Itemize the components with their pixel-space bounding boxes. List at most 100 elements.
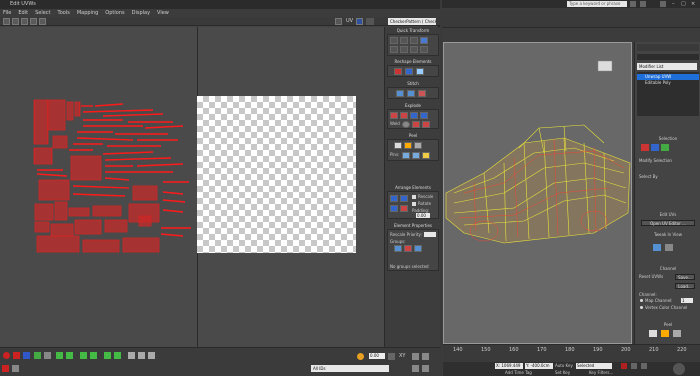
- uv-islands[interactable]: [33, 96, 193, 256]
- selected-dropdown[interactable]: Selected: [576, 363, 612, 369]
- select-mode-icon[interactable]: [3, 352, 10, 359]
- detach-icon[interactable]: [400, 112, 408, 119]
- freeform-icon[interactable]: [30, 18, 37, 25]
- y-coordinate[interactable]: Y: -400.0cm: [525, 363, 553, 369]
- weld-all-icon[interactable]: [422, 121, 430, 128]
- flip-icon[interactable]: [420, 46, 428, 53]
- checker-toggle[interactable]: [366, 18, 374, 25]
- auto-key-button[interactable]: Auto Key: [555, 363, 573, 369]
- soft-select-icon[interactable]: [138, 352, 145, 359]
- load-button[interactable]: Load...: [675, 283, 695, 289]
- rotate-icon[interactable]: [12, 18, 19, 25]
- close-icon[interactable]: ×: [691, 1, 697, 7]
- zoom-extents-icon[interactable]: [412, 365, 419, 372]
- orbit-icon[interactable]: [673, 363, 685, 375]
- rescale-checkbox[interactable]: [412, 195, 416, 199]
- user-icon[interactable]: [640, 1, 646, 7]
- vertex-color-radio[interactable]: [640, 306, 643, 309]
- menu-tools[interactable]: Tools: [58, 9, 70, 17]
- auto-pin-icon[interactable]: [422, 152, 430, 159]
- peel-mode-icon[interactable]: [394, 142, 402, 149]
- search-icon[interactable]: [630, 1, 636, 7]
- shrink-icon[interactable]: [66, 352, 73, 359]
- ignore-backface-icon[interactable]: [2, 365, 9, 372]
- uv-settings-icon[interactable]: [665, 244, 673, 251]
- stitch-target-icon[interactable]: [407, 90, 415, 97]
- tweak-in-view-button[interactable]: Tweak In View: [641, 232, 695, 237]
- peel-rollout-title[interactable]: Peel: [637, 322, 699, 327]
- space-h-icon[interactable]: [390, 46, 398, 53]
- viewcube-icon[interactable]: [597, 60, 613, 72]
- unpin-icon[interactable]: [412, 152, 420, 159]
- quick-peel-map-icon[interactable]: [673, 330, 681, 337]
- snap-icon[interactable]: [422, 365, 429, 372]
- map-channel-input[interactable]: 1: [681, 298, 693, 303]
- show-map-icon[interactable]: [335, 18, 342, 25]
- pin-icon[interactable]: [402, 152, 410, 159]
- paint-select-icon[interactable]: [128, 352, 135, 359]
- weld-selected-icon[interactable]: [412, 121, 420, 128]
- vertex-sub-icon[interactable]: [641, 144, 649, 151]
- vertex-mode-icon[interactable]: [13, 352, 20, 359]
- flatten-by-polygon-icon[interactable]: [410, 112, 418, 119]
- loop-icon[interactable]: [80, 352, 87, 359]
- move-icon[interactable]: [3, 18, 10, 25]
- tweak-icon[interactable]: [653, 244, 661, 251]
- menu-select[interactable]: Select: [35, 9, 50, 17]
- pack-normalize-icon[interactable]: [390, 195, 398, 202]
- select-group-icon[interactable]: [414, 245, 422, 252]
- rotate-90-icon[interactable]: [420, 37, 428, 44]
- play-icon[interactable]: [631, 363, 637, 369]
- quick-peel-icon[interactable]: [414, 142, 422, 149]
- pack-custom-icon[interactable]: [400, 195, 408, 202]
- material-id-dropdown[interactable]: All IDs: [311, 365, 389, 372]
- straighten-selection-icon[interactable]: [394, 68, 402, 75]
- open-uv-editor-button[interactable]: Open UV Editor ...: [641, 220, 695, 226]
- search-input[interactable]: Type a keyword or phrase: [567, 1, 627, 7]
- stitch-source-icon[interactable]: [418, 90, 426, 97]
- pack-settings-icon[interactable]: [400, 205, 408, 212]
- shrink-ring-icon[interactable]: [114, 352, 121, 359]
- mirror-icon[interactable]: [39, 18, 46, 25]
- save-button[interactable]: Save...: [675, 274, 695, 280]
- group-select-icon[interactable]: [394, 245, 402, 252]
- channel-rollout-title[interactable]: Channel: [637, 266, 699, 271]
- select-element-icon[interactable]: [148, 352, 155, 359]
- menu-view[interactable]: View: [157, 9, 169, 17]
- poly-sub-icon[interactable]: [661, 144, 669, 151]
- poly-mode-icon[interactable]: [34, 352, 41, 359]
- object-name-field[interactable]: [637, 54, 699, 60]
- modifier-list-dropdown[interactable]: Modifier List: [637, 63, 697, 70]
- timeline[interactable]: 140 150 160 170 180 190 200 210 220: [443, 344, 700, 362]
- grow-ring-icon[interactable]: [104, 352, 111, 359]
- uv-value-field[interactable]: 0.00: [369, 353, 385, 359]
- menu-options[interactable]: Options: [105, 9, 124, 17]
- minimize-icon[interactable]: –: [672, 1, 678, 7]
- perspective-viewport[interactable]: [443, 42, 632, 344]
- element-mode-icon[interactable]: [44, 352, 51, 359]
- peel-icon[interactable]: [649, 330, 657, 337]
- rotate-checkbox[interactable]: [412, 202, 416, 206]
- set-key-icon[interactable]: [621, 363, 627, 369]
- x-coordinate[interactable]: X: 1069.449: [495, 363, 523, 369]
- grow-icon[interactable]: [56, 352, 63, 359]
- flatten-by-smoothing-icon[interactable]: [420, 112, 428, 119]
- ring-icon[interactable]: [90, 352, 97, 359]
- edge-mode-icon[interactable]: [23, 352, 30, 359]
- menu-file[interactable]: File: [3, 9, 11, 17]
- menu-display[interactable]: Display: [132, 9, 150, 17]
- pelt-icon[interactable]: [404, 142, 412, 149]
- map-channel-radio[interactable]: [640, 299, 643, 302]
- edge-sub-icon[interactable]: [651, 144, 659, 151]
- pivot-icon[interactable]: [410, 46, 418, 53]
- relax-settings-icon[interactable]: [416, 68, 424, 75]
- edit-uvs-rollout-title[interactable]: Edit UVs: [637, 212, 699, 217]
- help-icon[interactable]: [660, 1, 666, 7]
- space-v-icon[interactable]: [400, 46, 408, 53]
- reset-uvws-button[interactable]: Reset UVWs: [639, 274, 663, 279]
- texture-dropdown[interactable]: CheckerPattern ( Checker ): [388, 18, 436, 25]
- align-icon[interactable]: [390, 37, 398, 44]
- weld-target-icon[interactable]: [402, 121, 410, 128]
- pack-together-icon[interactable]: [390, 205, 398, 212]
- rescale-priority-input[interactable]: [424, 232, 436, 237]
